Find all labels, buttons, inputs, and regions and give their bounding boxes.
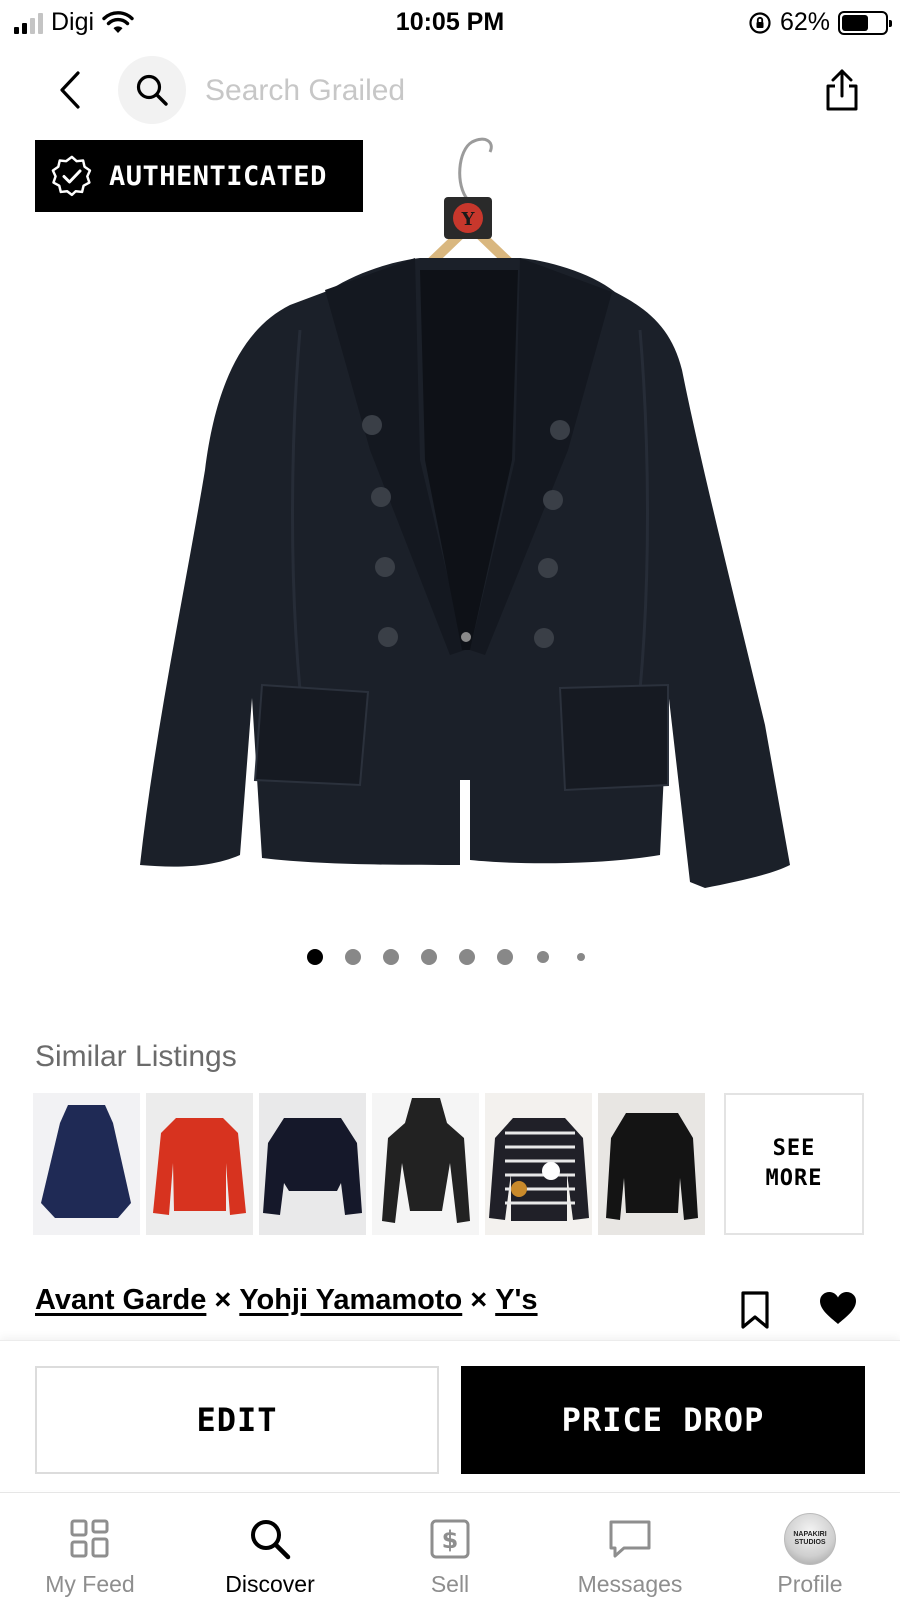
- heart-icon: [820, 1292, 856, 1324]
- button: [543, 490, 563, 510]
- clasp: [461, 632, 471, 642]
- see-more-button[interactable]: SEE MORE: [724, 1093, 864, 1235]
- feed-grid-icon: [70, 1519, 109, 1558]
- chevron-left-icon: [60, 71, 80, 109]
- tab-label: Messages: [577, 1571, 683, 1597]
- similar-listings-title: Similar Listings: [35, 1040, 237, 1073]
- tab-discover[interactable]: Discover: [180, 1493, 360, 1600]
- edit-button[interactable]: EDIT: [35, 1366, 439, 1474]
- tab-label: My Feed: [45, 1571, 135, 1597]
- search-icon: [136, 74, 168, 106]
- authenticated-label: AUTHENTICATED: [109, 160, 327, 192]
- designer-separator: ×: [214, 1284, 232, 1316]
- print-patch: [511, 1181, 527, 1197]
- hanger-tag-letter: Y: [461, 209, 476, 230]
- dollar-tag-icon: $: [430, 1519, 470, 1559]
- carousel-dot[interactable]: [577, 953, 585, 961]
- button: [378, 627, 398, 647]
- tab-profile[interactable]: NAPAKIRI STUDIOS Profile: [720, 1493, 900, 1600]
- battery-icon: [838, 10, 892, 35]
- carousel-dot[interactable]: [383, 949, 399, 965]
- tab-label: Profile: [777, 1571, 843, 1597]
- similar-listing-thumbnail[interactable]: [598, 1093, 705, 1235]
- designer-separator: ×: [470, 1284, 488, 1316]
- garment-photo: [263, 1118, 362, 1215]
- carousel-dot[interactable]: [421, 949, 437, 965]
- garment-shape: [153, 1118, 246, 1215]
- carousel-dot-active[interactable]: [307, 949, 323, 965]
- hanger-hook: [458, 137, 493, 201]
- battery-percent: 62%: [779, 8, 830, 36]
- carousel-pagination: [0, 945, 900, 969]
- button: [534, 628, 554, 648]
- button: [375, 557, 395, 577]
- garment-shape: [263, 1118, 362, 1215]
- carousel-dot[interactable]: [459, 949, 475, 965]
- search-input[interactable]: Search Grailed: [205, 74, 405, 108]
- status-bar: Digi 10:05 PM 62%: [0, 0, 900, 48]
- pocket-right: [558, 683, 669, 792]
- tab-sell[interactable]: $ Sell: [360, 1493, 540, 1600]
- favorite-button[interactable]: [818, 1290, 858, 1326]
- product-photo: Y: [140, 137, 790, 888]
- bookmark-icon: [741, 1291, 769, 1329]
- button: [550, 420, 570, 440]
- garment-photo: [153, 1118, 246, 1215]
- button: [538, 558, 558, 578]
- avatar: NAPAKIRI STUDIOS: [784, 1513, 836, 1565]
- search-icon: [251, 1520, 291, 1560]
- similar-listing-thumbnail[interactable]: [259, 1093, 366, 1235]
- print-patch: [542, 1162, 560, 1180]
- garment-photo: [382, 1098, 470, 1223]
- verified-seal-icon: [51, 155, 92, 197]
- button: [371, 487, 391, 507]
- action-bar: EDIT PRICE DROP: [0, 1340, 900, 1490]
- similar-listing-thumbnail[interactable]: [372, 1093, 479, 1235]
- garment-photo: [489, 1118, 589, 1221]
- similar-listing-thumbnail[interactable]: [485, 1093, 592, 1235]
- tab-label: Sell: [430, 1571, 470, 1597]
- button: [362, 415, 382, 435]
- pocket-left: [253, 683, 370, 787]
- similar-listing-thumbnail[interactable]: [33, 1093, 140, 1235]
- authenticated-badge: AUTHENTICATED: [35, 140, 363, 212]
- designer-link[interactable]: Yohji Yamamoto: [239, 1284, 462, 1317]
- similar-listing-thumbnail[interactable]: [146, 1093, 253, 1235]
- tab-bar: My Feed Discover $ Sell Messages NAPAKIR…: [0, 1492, 900, 1600]
- designer-link[interactable]: Avant Garde: [35, 1284, 206, 1317]
- price-drop-button[interactable]: PRICE DROP: [461, 1366, 865, 1474]
- tab-label: Discover: [225, 1571, 315, 1597]
- product-image-carousel[interactable]: AUTHENTICATED Y: [0, 130, 900, 930]
- carousel-dot[interactable]: [345, 949, 361, 965]
- garment-photo: [41, 1105, 131, 1218]
- share-button[interactable]: [818, 66, 866, 114]
- tab-messages[interactable]: Messages: [540, 1493, 720, 1600]
- garment-shape: [382, 1098, 470, 1223]
- chat-bubble-icon: [609, 1520, 651, 1558]
- header: Search Grailed: [0, 50, 900, 130]
- orientation-lock-icon: [749, 11, 771, 34]
- share-icon: [826, 69, 858, 111]
- garment-shape: [41, 1105, 131, 1218]
- svg-text:$: $: [442, 1526, 459, 1554]
- designer-line: Avant Garde × Yohji Yamamoto × Y's: [35, 1284, 538, 1317]
- carousel-dot[interactable]: [497, 949, 513, 965]
- carousel-dot[interactable]: [537, 951, 549, 963]
- search-button[interactable]: [118, 56, 186, 124]
- garment-shape: [606, 1113, 698, 1220]
- back-button[interactable]: [50, 68, 90, 112]
- tab-my-feed[interactable]: My Feed: [0, 1493, 180, 1600]
- garment-photo: [606, 1113, 698, 1220]
- designer-link[interactable]: Y's: [495, 1284, 537, 1317]
- save-listing-button[interactable]: [738, 1290, 772, 1330]
